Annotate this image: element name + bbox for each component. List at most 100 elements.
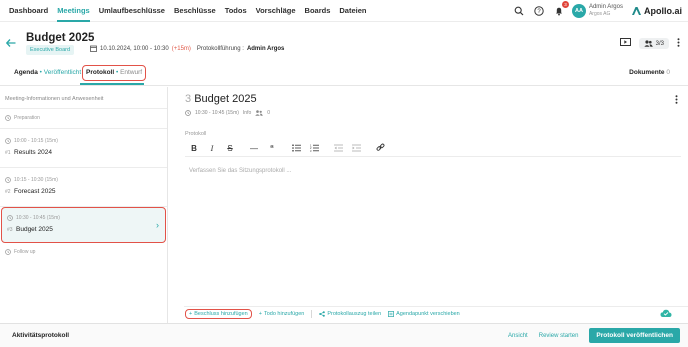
tab-agenda-label: Agenda xyxy=(14,69,38,76)
add-beschluss-button[interactable]: + Beschluss hinzufügen xyxy=(185,309,252,319)
sidebar-item-followup[interactable]: Follow up xyxy=(0,243,167,263)
search-icon[interactable] xyxy=(512,4,526,18)
quote-icon[interactable]: “ xyxy=(263,144,281,153)
notification-bell-icon[interactable]: 3 xyxy=(552,1,569,18)
add-todo-button[interactable]: + Todo hinzufügen xyxy=(259,311,305,317)
sidebar-item-preparation[interactable]: Preparation xyxy=(0,109,167,129)
share-icon xyxy=(319,311,326,317)
sidebar-agenda-item[interactable]: 10:15 - 10:30 (15m) #2 Forecast 2025 xyxy=(0,168,167,207)
publish-protokoll-button[interactable]: Protokoll veröffentlichen xyxy=(589,328,680,343)
agenda-item-heading-number: 3 xyxy=(185,93,192,105)
clock-icon xyxy=(5,115,11,121)
followup-label: Follow up xyxy=(14,249,36,255)
nav-beschluesse[interactable]: Beschlüsse xyxy=(174,0,216,22)
help-icon[interactable]: ? xyxy=(532,4,546,18)
italic-icon[interactable]: I xyxy=(203,144,221,153)
nav-boards[interactable]: Boards xyxy=(305,0,331,22)
protokoll-field-label: Protokoll xyxy=(185,131,207,137)
cloud-sync-icon xyxy=(660,309,672,320)
tab-dokumente-count: 0 xyxy=(666,69,670,76)
meeting-overrun: (+15m) xyxy=(171,45,191,52)
nav-umlaufbeschluesse[interactable]: Umlaufbeschlüsse xyxy=(99,0,165,22)
agenda-item-time: 10:15 - 10:30 (15m) xyxy=(14,177,58,183)
agenda-item-heading-title: Budget 2025 xyxy=(194,93,257,105)
present-screen-icon[interactable] xyxy=(619,38,631,49)
tab-dokumente[interactable]: Dokumente 0 xyxy=(629,67,670,79)
agenda-item-time: 10:00 - 10:15 (15m) xyxy=(14,138,58,144)
strikethrough-icon[interactable]: S xyxy=(221,144,239,153)
share-excerpt-button[interactable]: Protokollauszug teilen xyxy=(319,311,381,317)
apollo-logo: Apollo.ai xyxy=(631,6,682,16)
board-badge[interactable]: Executive Board xyxy=(26,45,75,55)
tab-agenda-state: Veröffentlicht xyxy=(43,69,82,76)
protokoll-label: Protokollführung : xyxy=(196,45,244,52)
nav-dashboard[interactable]: Dashboard xyxy=(9,0,48,22)
move-icon xyxy=(388,311,395,317)
tab-protokoll-state: Entwurf xyxy=(120,69,143,76)
user-avatar[interactable]: AA xyxy=(571,4,586,18)
agenda-item-title: Forecast 2025 xyxy=(14,188,56,195)
clock-icon xyxy=(5,177,11,183)
tab-agenda[interactable]: Agenda • Veröffentlicht xyxy=(14,67,81,79)
plus-icon: + xyxy=(189,311,193,317)
agenda-item-time: 10:30 - 10:45 (15m) xyxy=(16,215,60,221)
active-tab-indicator xyxy=(80,83,144,85)
participants-button[interactable]: 3/3 xyxy=(638,38,669,49)
clock-icon xyxy=(5,138,11,144)
bullet-list-icon[interactable] xyxy=(287,143,305,154)
add-todo-label: Todo hinzufügen xyxy=(263,311,305,317)
agenda-item-people-count: 0 xyxy=(267,110,271,116)
nav-meetings[interactable]: Meetings xyxy=(57,0,90,22)
calendar-icon xyxy=(90,45,97,52)
nav-dateien[interactable]: Dateien xyxy=(339,0,366,22)
link-icon[interactable] xyxy=(371,143,389,154)
tab-protokoll[interactable]: Protokoll • Entwurf xyxy=(82,65,147,81)
view-link[interactable]: Ansicht xyxy=(508,333,528,339)
meeting-header: Budget 2025 Executive Board 10.10.2024, … xyxy=(0,22,688,62)
horizontal-rule-icon[interactable]: — xyxy=(245,144,263,153)
numbered-list-icon[interactable]: 123 xyxy=(305,143,323,154)
more-vertical-icon[interactable] xyxy=(677,38,680,49)
meeting-info-link[interactable]: Meeting-Informationen und Anwesenheit xyxy=(0,87,167,109)
agenda-sidebar: Meeting-Informationen und Anwesenheit Pr… xyxy=(0,87,168,324)
back-arrow-icon[interactable] xyxy=(5,39,16,49)
apollo-logo-icon xyxy=(632,7,641,15)
start-review-link[interactable]: Review starten xyxy=(539,333,579,339)
sidebar-agenda-item-selected[interactable]: 10:30 - 10:45 (15m) #3 Budget 2025 › xyxy=(1,207,166,243)
clock-icon xyxy=(185,110,191,116)
nav-vorschlaege[interactable]: Vorschläge xyxy=(256,0,296,22)
people-icon xyxy=(255,110,264,116)
user-org: Argos AG xyxy=(588,11,611,17)
meeting-date-row: 10.10.2024, 10:00 - 10:30 (+15m) Protoko… xyxy=(90,45,284,52)
meeting-title: Budget 2025 xyxy=(26,32,95,44)
outdent-icon[interactable] xyxy=(329,144,347,154)
agenda-item-duration: 10:30 - 10:45 (15m) xyxy=(195,110,239,116)
sidebar-agenda-item[interactable]: 10:00 - 10:15 (15m) #1 Results 2024 xyxy=(0,129,167,168)
meeting-tabs: Agenda • Veröffentlicht Protokoll • Entw… xyxy=(0,62,688,86)
user-info[interactable]: Admin Argos Argos AG xyxy=(589,4,623,18)
editor-toolbar: B I S — “ 123 xyxy=(185,143,681,157)
plus-icon: + xyxy=(258,311,262,317)
clock-icon xyxy=(7,215,13,221)
more-vertical-icon[interactable] xyxy=(675,95,678,106)
agenda-item-number: #3 xyxy=(7,226,13,233)
svg-text:3: 3 xyxy=(310,149,312,152)
bold-icon[interactable]: B xyxy=(185,144,203,153)
agenda-item-meta: 10:30 - 10:45 (15m) Info 0 xyxy=(185,110,270,116)
agenda-item-title: Budget 2025 xyxy=(16,226,53,233)
nav-todos[interactable]: Todos xyxy=(225,0,247,22)
move-agenda-item-button[interactable]: Agendapunkt verschieben xyxy=(388,311,460,317)
indent-icon[interactable] xyxy=(347,144,365,154)
protokoll-by: Admin Argos xyxy=(246,45,285,52)
action-separator xyxy=(311,310,313,318)
tab-protokoll-bullet: • xyxy=(115,69,119,76)
clock-icon xyxy=(5,249,11,255)
notification-badge: 3 xyxy=(561,1,569,8)
tab-protokoll-label: Protokoll xyxy=(86,69,115,76)
activity-log-title[interactable]: Aktivitätsprotokoll xyxy=(12,332,69,339)
footer-bar: Aktivitätsprotokoll Ansicht Review start… xyxy=(0,323,688,347)
protokoll-editor[interactable]: Verfassen Sie das Sitzungsprotokoll ... xyxy=(189,168,291,174)
preparation-label: Preparation xyxy=(14,115,40,121)
meeting-date: 10.10.2024, 10:00 - 10:30 xyxy=(100,45,169,52)
apollo-logo-text: Apollo.ai xyxy=(644,6,682,16)
